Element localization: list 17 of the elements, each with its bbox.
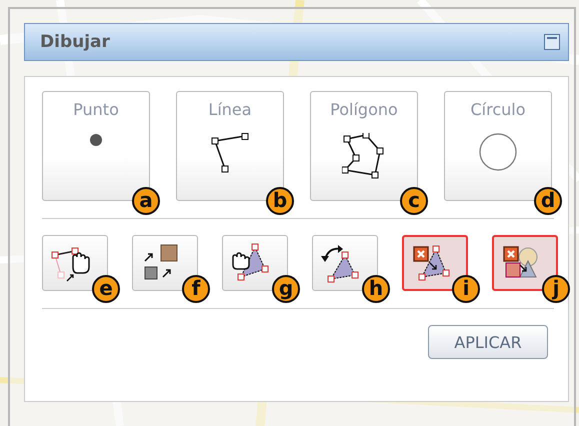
marker-badge: i xyxy=(452,275,480,303)
marker-badge: b xyxy=(266,187,294,215)
marker-badge: f xyxy=(182,275,210,303)
minimize-icon[interactable] xyxy=(544,34,560,50)
point-icon xyxy=(89,133,103,147)
panel-title: Dibujar xyxy=(40,32,110,52)
marker-badge: g xyxy=(272,275,300,303)
marker-badge: h xyxy=(362,275,390,303)
line-icon xyxy=(210,133,250,173)
marker-badge: a xyxy=(132,187,160,215)
circle-icon xyxy=(479,133,517,171)
marker-badge: d xyxy=(534,187,562,215)
polygon-icon xyxy=(342,133,386,179)
marker-badge: c xyxy=(400,187,428,215)
marker-badge: j xyxy=(542,275,570,303)
apply-button[interactable]: APLICAR xyxy=(428,325,548,359)
marker-badge: e xyxy=(92,275,120,303)
